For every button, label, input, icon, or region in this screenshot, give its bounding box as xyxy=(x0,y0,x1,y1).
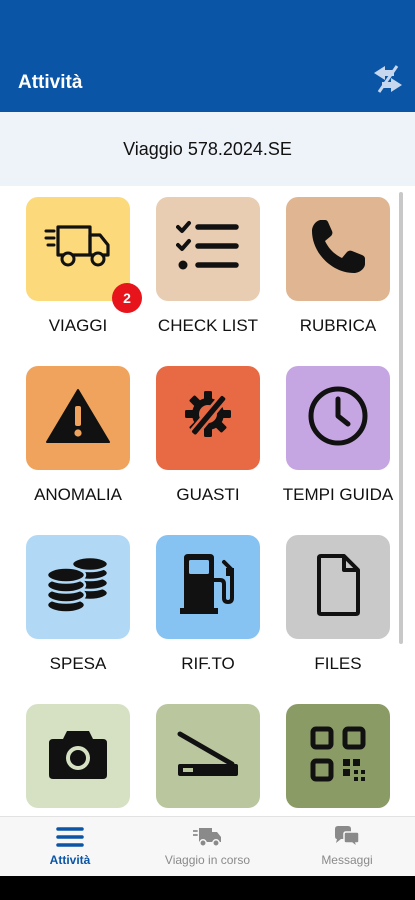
warning-icon xyxy=(46,388,110,449)
tile-label: CHECK LIST xyxy=(157,316,259,335)
camera-icon xyxy=(47,727,109,786)
sync-arrows-icon xyxy=(371,62,405,101)
tile-label: RUBRICA xyxy=(299,316,377,335)
truck-icon xyxy=(192,825,223,849)
tile-button[interactable] xyxy=(156,197,260,301)
tile-button[interactable] xyxy=(286,704,390,808)
tile-label: RIF.TO xyxy=(181,654,235,673)
tile-button[interactable] xyxy=(156,366,260,470)
nav-attivita[interactable]: Attività xyxy=(20,817,120,877)
tile-viaggi[interactable]: 2 VIAGGI xyxy=(26,186,156,354)
tile-button[interactable] xyxy=(286,197,390,301)
checklist-icon xyxy=(176,219,240,280)
coins-icon xyxy=(44,555,112,620)
fuel-pump-icon xyxy=(178,553,238,621)
qr-code-icon xyxy=(309,725,367,788)
page-title: Attività xyxy=(18,72,83,93)
chat-bubbles-icon xyxy=(333,825,361,849)
tile-tempi-guida[interactable]: TEMPI GUIDA xyxy=(283,355,415,523)
tile-button[interactable] xyxy=(26,197,130,301)
nav-label: Attività xyxy=(49,853,91,867)
current-trip-bar[interactable]: Viaggio 578.2024.SE xyxy=(0,112,415,186)
tile-check-list[interactable]: CHECK LIST xyxy=(156,186,286,354)
bottom-navigation: Attività Viaggio in corso Messaggi xyxy=(0,816,415,877)
hamburger-menu-icon xyxy=(56,825,84,849)
truck-icon xyxy=(44,219,112,280)
tile-button[interactable] xyxy=(26,704,130,808)
tile-files[interactable]: FILES xyxy=(286,524,415,692)
tile-qr-code[interactable] xyxy=(286,693,415,816)
notification-badge: 2 xyxy=(112,283,142,313)
tile-button[interactable] xyxy=(26,535,130,639)
scrollbar[interactable] xyxy=(399,192,403,644)
tile-label: VIAGGI xyxy=(48,316,108,335)
file-icon xyxy=(314,553,362,621)
tile-spesa[interactable]: SPESA xyxy=(26,524,156,692)
tile-camera[interactable] xyxy=(26,693,156,816)
current-trip-label: Viaggio 578.2024.SE xyxy=(123,138,292,159)
tile-button[interactable] xyxy=(156,535,260,639)
tools-gear-icon xyxy=(180,388,236,449)
tile-label: GUASTI xyxy=(176,485,240,504)
tile-guasti[interactable]: GUASTI xyxy=(156,355,286,523)
nav-viaggio-in-corso[interactable]: Viaggio in corso xyxy=(150,817,265,877)
tile-rifornimento[interactable]: RIF.TO xyxy=(156,524,286,692)
app-header: Attività xyxy=(0,0,415,112)
nav-label: Viaggio in corso xyxy=(164,853,251,867)
tile-button[interactable] xyxy=(286,366,390,470)
sync-button[interactable] xyxy=(371,64,405,98)
tile-anomalia[interactable]: ANOMALIA xyxy=(26,355,156,523)
tile-scanner[interactable] xyxy=(156,693,286,816)
nav-messaggi[interactable]: Messaggi xyxy=(297,817,397,877)
tile-button[interactable] xyxy=(26,366,130,470)
activity-grid: 2 VIAGGI CHECK LIST RUBRICA ANOMALIA GUA… xyxy=(0,186,415,816)
tile-label: ANOMALIA xyxy=(34,485,122,504)
nav-label: Messaggi xyxy=(321,853,373,867)
system-navigation-bar xyxy=(0,876,415,900)
phone-icon xyxy=(308,217,368,282)
tile-label: FILES xyxy=(314,654,362,673)
tile-label: TEMPI GUIDA xyxy=(282,485,394,504)
tile-button[interactable] xyxy=(286,535,390,639)
tile-button[interactable] xyxy=(156,704,260,808)
scanner-icon xyxy=(176,728,240,785)
tile-label: SPESA xyxy=(49,654,107,673)
clock-icon xyxy=(307,385,369,452)
tile-rubrica[interactable]: RUBRICA xyxy=(286,186,415,354)
